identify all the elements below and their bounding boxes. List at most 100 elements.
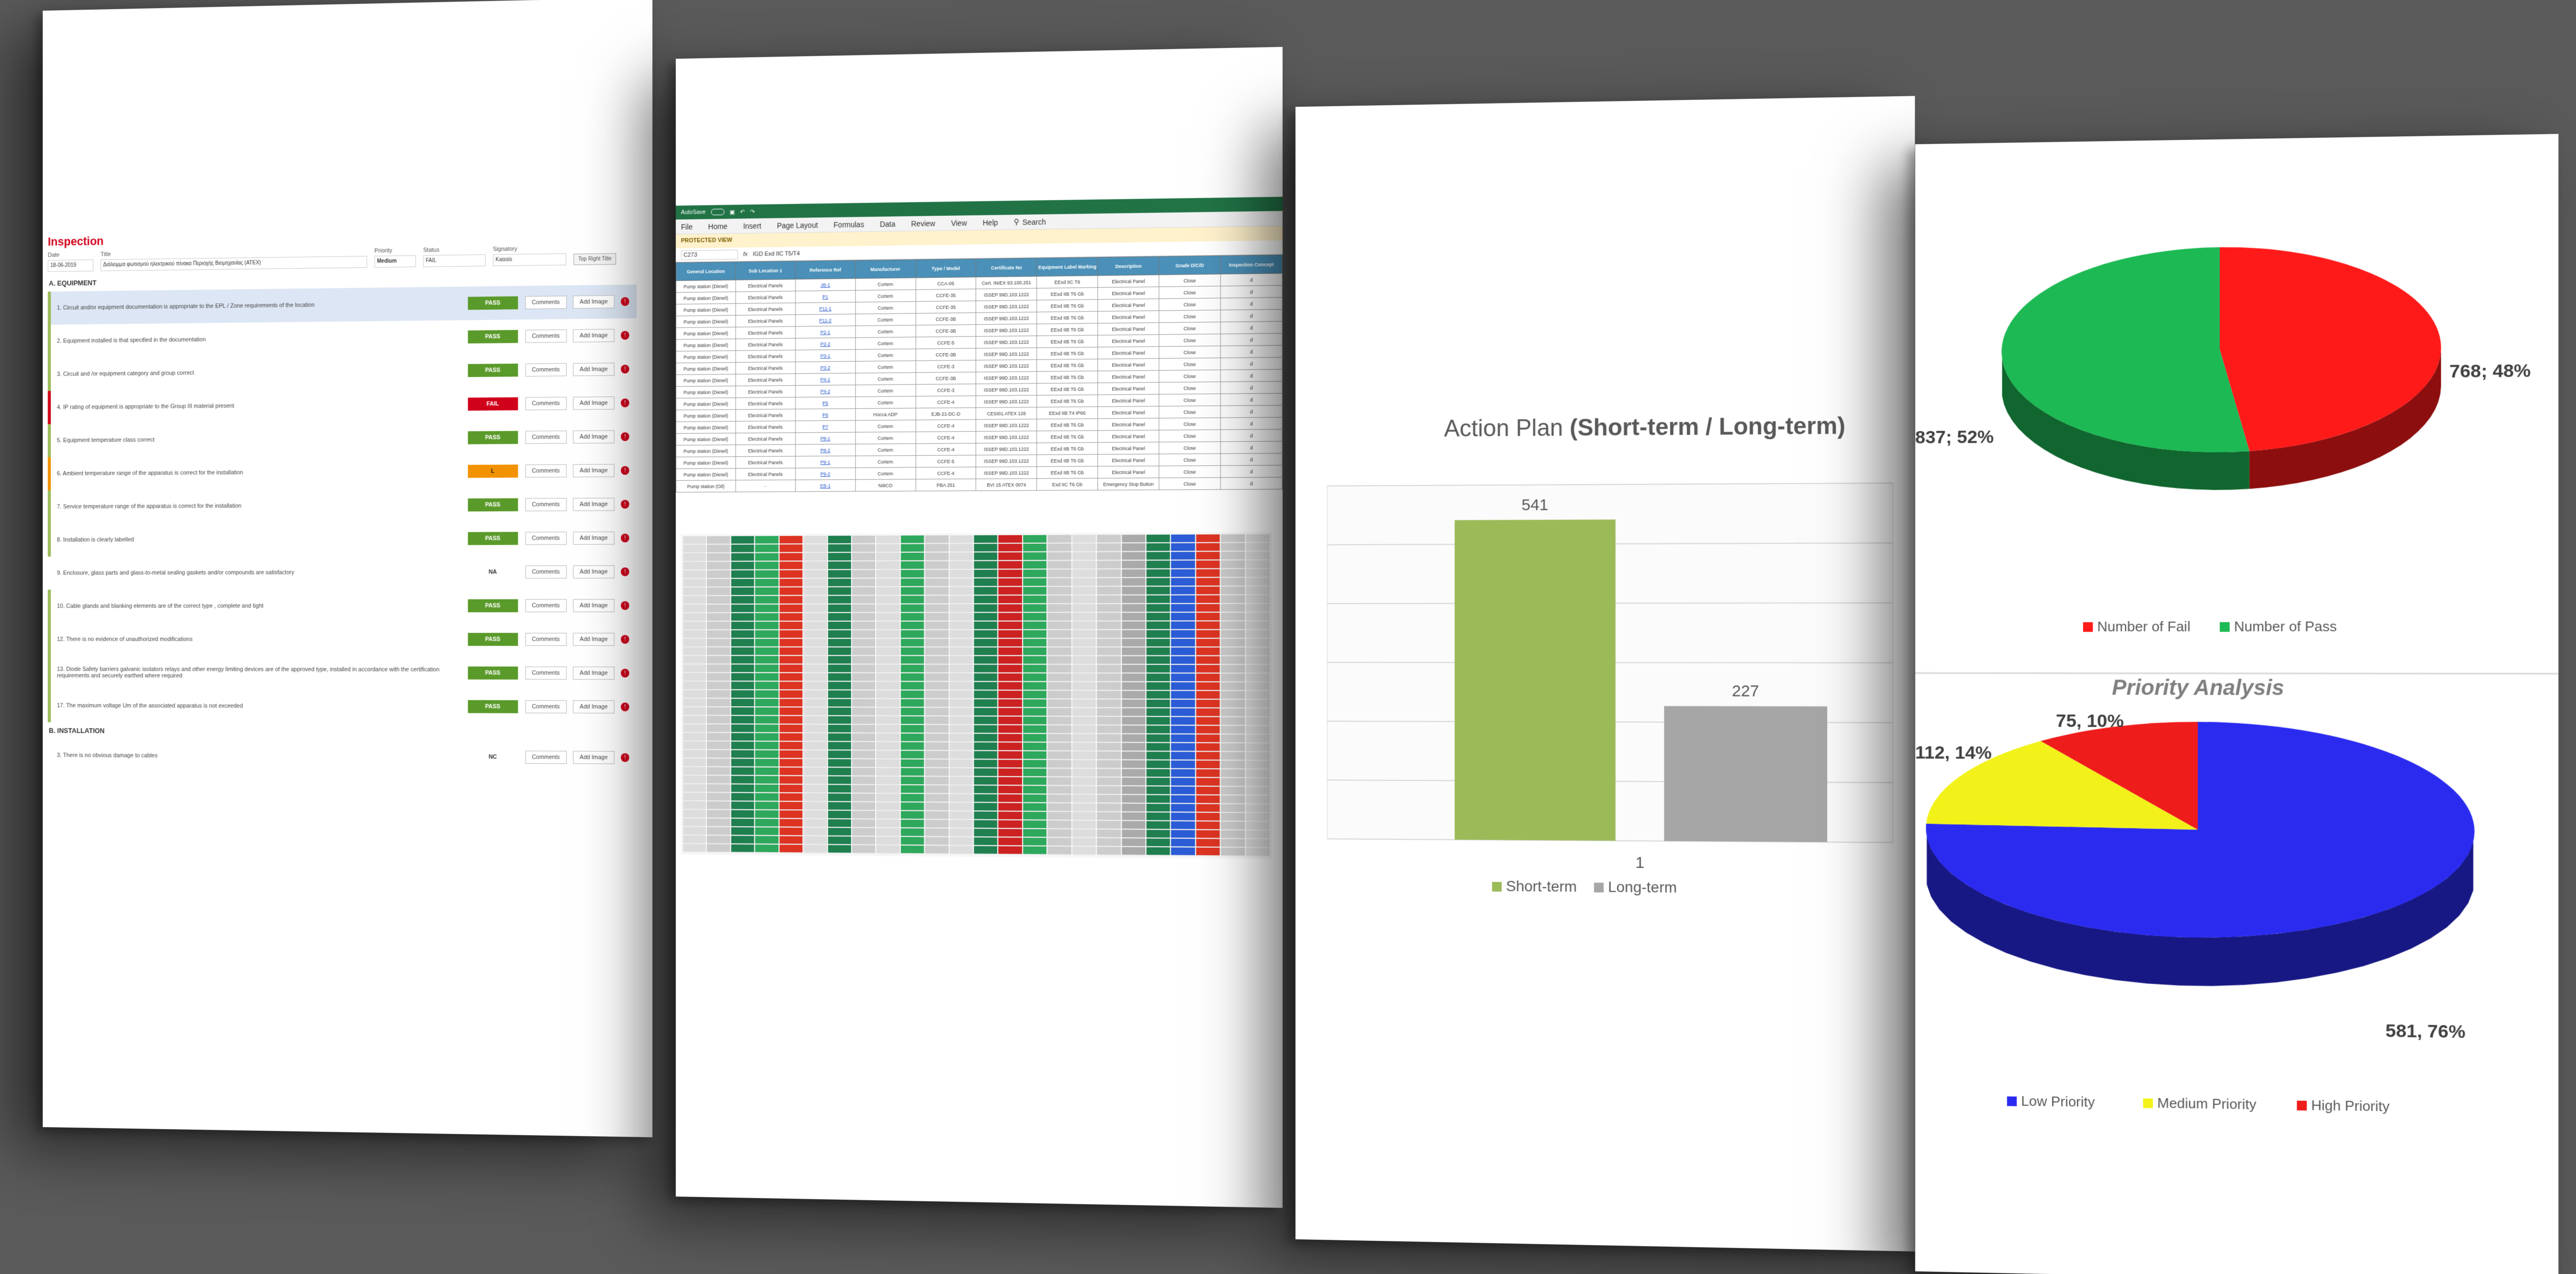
table-cell[interactable]: d: [1221, 309, 1283, 322]
comments-button[interactable]: Comments: [525, 498, 567, 511]
table-cell[interactable]: Cortem: [855, 385, 916, 397]
table-cell[interactable]: Close: [1159, 454, 1221, 466]
table-cell[interactable]: Ni9CO: [855, 479, 916, 491]
table-cell[interactable]: Pump station (Diesel): [676, 303, 735, 316]
table-cell[interactable]: Electrical Panels: [736, 468, 795, 480]
table-cell[interactable]: Pump station (Diesel): [676, 292, 735, 304]
table-cell[interactable]: Cortem: [855, 396, 916, 409]
table-cell[interactable]: Electrical Panels: [736, 409, 795, 421]
column-header[interactable]: Reference Ref: [795, 260, 855, 279]
table-cell[interactable]: Electrical Panels: [736, 433, 795, 445]
table-cell[interactable]: P1: [795, 291, 855, 303]
table-cell[interactable]: Electrical Panels: [736, 373, 795, 386]
table-cell[interactable]: Electrical Panel: [1098, 358, 1159, 371]
comments-button[interactable]: Comments: [525, 700, 567, 714]
table-cell[interactable]: Cortem: [855, 325, 916, 338]
table-cell[interactable]: d: [1221, 393, 1283, 405]
status-badge[interactable]: PASS: [467, 296, 518, 310]
table-cell[interactable]: -: [736, 480, 795, 492]
table-cell[interactable]: Close: [1159, 466, 1221, 478]
table-cell[interactable]: Electrical Panel: [1098, 311, 1159, 324]
comments-button[interactable]: Comments: [525, 397, 567, 410]
add-image-button[interactable]: Add Image: [573, 498, 614, 511]
redo-icon[interactable]: ↷: [750, 208, 755, 215]
table-cell[interactable]: CESI01.ATEX 126: [976, 407, 1037, 419]
table-cell[interactable]: d: [1221, 345, 1283, 358]
comments-button[interactable]: Comments: [525, 532, 567, 545]
table-cell[interactable]: Pump station (Diesel): [676, 327, 735, 339]
table-cell[interactable]: CCFE-35: [916, 301, 976, 313]
table-cell[interactable]: Electrical Panels: [736, 386, 795, 398]
ribbon-tab[interactable]: Formulas: [833, 220, 864, 229]
table-cell[interactable]: d: [1221, 477, 1283, 489]
table-cell[interactable]: EExd IIB T6 Gb: [1037, 311, 1098, 324]
table-cell[interactable]: P8-2: [795, 444, 855, 456]
table-cell[interactable]: Close: [1159, 310, 1221, 323]
table-cell[interactable]: d: [1221, 369, 1283, 381]
table-cell[interactable]: Pump station (Diesel): [676, 457, 735, 469]
ribbon-tab[interactable]: Help: [983, 218, 998, 227]
table-cell[interactable]: Electrical Panels: [736, 315, 795, 327]
table-cell[interactable]: Cortem: [855, 314, 916, 326]
add-image-button[interactable]: Add Image: [573, 532, 614, 545]
table-cell[interactable]: P11-1: [795, 302, 855, 315]
table-cell[interactable]: EExd IIB T6 Gb: [1037, 359, 1098, 371]
table-cell[interactable]: JB-1: [795, 278, 855, 291]
table-cell[interactable]: P3-1: [795, 349, 855, 362]
name-box[interactable]: C273: [681, 249, 738, 260]
table-cell[interactable]: Cortem: [855, 456, 916, 468]
column-header[interactable]: Certificate No: [976, 258, 1037, 277]
comments-button[interactable]: Comments: [525, 296, 567, 309]
table-cell[interactable]: CCFE-4: [916, 443, 976, 456]
table-cell[interactable]: Cortem: [855, 467, 916, 480]
table-cell[interactable]: BVI 15 ATEX 0074: [976, 479, 1037, 491]
info-icon[interactable]: !: [621, 500, 629, 509]
table-cell[interactable]: Hocca ADP: [855, 408, 916, 420]
table-cell[interactable]: EB-1: [795, 480, 855, 492]
add-image-button[interactable]: Add Image: [573, 700, 614, 714]
table-cell[interactable]: EExd IIB T6 Gb: [1037, 287, 1098, 300]
info-icon[interactable]: !: [621, 297, 629, 306]
add-image-button[interactable]: Add Image: [573, 430, 614, 443]
status-badge[interactable]: PASS: [467, 364, 518, 377]
table-cell[interactable]: Pump station (Diesel): [676, 374, 735, 386]
table-cell[interactable]: Electrical Panel: [1098, 275, 1159, 288]
status-badge[interactable]: L: [467, 465, 518, 478]
info-icon[interactable]: !: [621, 601, 629, 610]
table-cell[interactable]: Close: [1159, 370, 1221, 382]
table-cell[interactable]: ISSEP 99D.103.1222: [976, 336, 1037, 348]
add-image-button[interactable]: Add Image: [573, 565, 614, 579]
comments-button[interactable]: Comments: [525, 565, 567, 579]
autosave-toggle[interactable]: [711, 209, 724, 215]
table-cell[interactable]: Cortem: [855, 337, 916, 349]
table-cell[interactable]: d: [1221, 273, 1283, 286]
table-cell[interactable]: Electrical Panel: [1098, 382, 1159, 395]
table-cell[interactable]: Electrical Panels: [736, 362, 795, 374]
table-cell[interactable]: Close: [1159, 382, 1221, 394]
table-cell[interactable]: Close: [1159, 442, 1221, 454]
top-right-title-button[interactable]: Top Right Title: [574, 253, 616, 265]
comments-button[interactable]: Comments: [525, 599, 567, 613]
table-cell[interactable]: CCFE-3B: [916, 372, 976, 384]
table-cell[interactable]: Cortem: [855, 372, 916, 385]
table-cell[interactable]: EExd IIB T6 Gb: [1037, 335, 1098, 347]
column-header[interactable]: General Location: [676, 262, 735, 280]
table-cell[interactable]: Pump station (Diesel): [676, 468, 735, 481]
table-cell[interactable]: Pump station (Diesel): [676, 350, 735, 363]
table-cell[interactable]: EExd IIB T6 Gb: [1037, 371, 1098, 383]
table-cell[interactable]: EExd IIB T6 Gb: [1037, 383, 1098, 395]
table-cell[interactable]: d: [1221, 322, 1283, 334]
info-icon[interactable]: !: [621, 635, 629, 644]
table-cell[interactable]: Cortem: [855, 278, 916, 290]
table-cell[interactable]: EExd IIB T6 Gb: [1037, 419, 1098, 431]
ribbon-tab[interactable]: Review: [911, 219, 935, 228]
table-cell[interactable]: Electrical Panel: [1098, 299, 1159, 311]
table-cell[interactable]: P8-1: [795, 432, 855, 444]
table-cell[interactable]: P5: [795, 397, 855, 409]
comments-button[interactable]: Comments: [525, 464, 567, 478]
table-cell[interactable]: P11-2: [795, 314, 855, 326]
table-cell[interactable]: Close: [1159, 429, 1221, 442]
status-badge[interactable]: PASS: [467, 431, 518, 444]
table-cell[interactable]: Exd IIC T6 Gb: [1037, 478, 1098, 490]
table-cell[interactable]: Pump station (Oil): [676, 480, 735, 493]
